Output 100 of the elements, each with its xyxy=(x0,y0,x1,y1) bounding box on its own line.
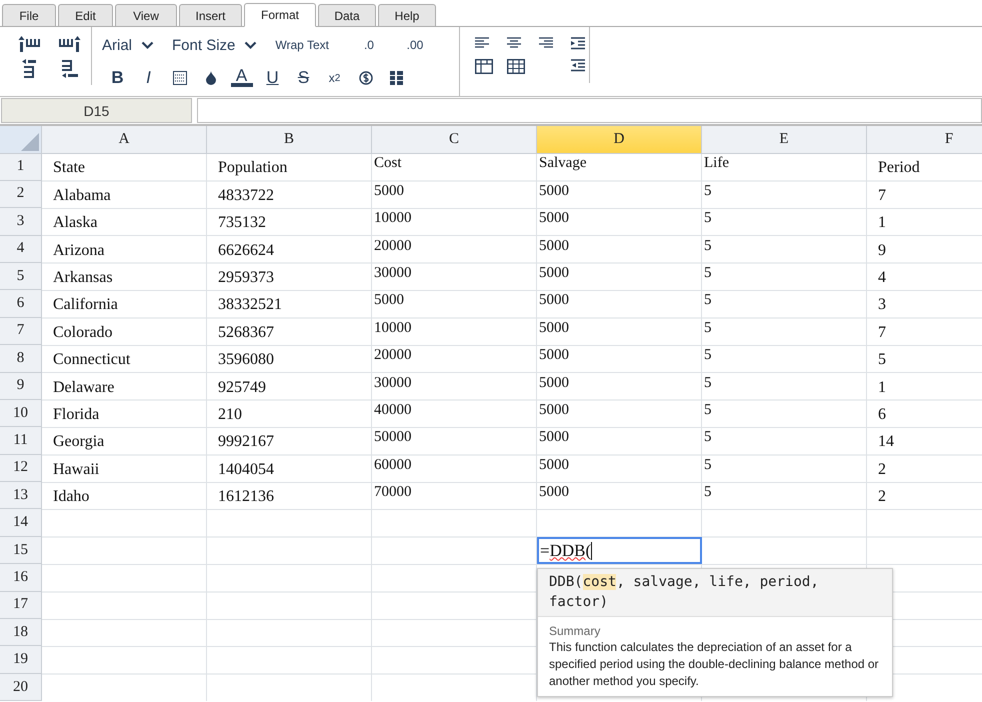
merge-cells-icon[interactable] xyxy=(390,71,403,85)
table-cell-text: 2959373 xyxy=(217,268,275,288)
column-header[interactable]: F xyxy=(867,126,982,154)
table-cell-text: 5000 xyxy=(538,428,570,448)
table-cell-text: Hawaii xyxy=(52,460,100,480)
bold-button[interactable]: B xyxy=(102,68,133,88)
indent-icon[interactable] xyxy=(571,37,586,50)
table-grid-icon[interactable] xyxy=(507,59,525,74)
table-cell-text: Arizona xyxy=(52,240,106,261)
corner-triangle-icon xyxy=(21,133,39,151)
menu-tab[interactable]: File xyxy=(2,4,56,26)
fill-color-icon[interactable] xyxy=(204,71,216,85)
menu-tab[interactable]: Format xyxy=(244,3,316,27)
font-dropdown[interactable]: Arial xyxy=(102,36,154,54)
table-cell-text: 5 xyxy=(703,346,712,366)
row-header[interactable]: 12 xyxy=(0,454,42,482)
table-cell-text: 5 xyxy=(703,182,712,201)
table-cell-text: 20000 xyxy=(373,236,412,256)
row-header[interactable]: 6 xyxy=(0,290,42,318)
wrap-text-button[interactable]: Wrap Text xyxy=(275,38,329,52)
table-cell-text: 2 xyxy=(877,487,887,508)
font-size-dropdown[interactable]: Font Size xyxy=(172,36,258,54)
row-header[interactable]: 5 xyxy=(0,262,42,290)
table-cell-text: 5 xyxy=(703,209,712,228)
column-header[interactable]: C xyxy=(372,126,537,154)
borders-icon[interactable] xyxy=(172,71,186,85)
insert-row-icon[interactable] xyxy=(20,59,38,79)
italic-button[interactable]: I xyxy=(133,68,164,88)
chevron-down-icon[interactable] xyxy=(141,40,154,50)
table-cell-text: 5000 xyxy=(538,182,570,201)
menu-tab[interactable]: Help xyxy=(378,4,436,26)
align-left-icon[interactable] xyxy=(475,37,490,50)
table-cell-text: 5000 xyxy=(373,182,405,201)
table-cell-text: 5000 xyxy=(538,318,570,338)
table-cell-text: 20000 xyxy=(373,346,412,366)
row-header[interactable]: 2 xyxy=(0,180,42,208)
row-header[interactable]: 1 xyxy=(0,153,42,181)
table-cell-text: 5000 xyxy=(538,483,570,502)
table-cell-text: 5 xyxy=(703,400,712,420)
row-header[interactable]: 15 xyxy=(0,536,42,564)
row-header[interactable]: 20 xyxy=(0,674,42,702)
column-header[interactable]: D xyxy=(537,126,702,154)
menu-tab[interactable]: Data xyxy=(318,4,376,26)
row-header[interactable]: 11 xyxy=(0,427,42,455)
decimal-button[interactable]: .00 xyxy=(394,38,435,52)
table-cell-text: 5000 xyxy=(538,400,570,420)
font-color-button[interactable]: A xyxy=(226,69,257,87)
row-header[interactable]: 8 xyxy=(0,345,42,373)
table-cell-text: 7 xyxy=(877,322,887,343)
table-cell-text: 5 xyxy=(703,318,712,338)
menu-tab[interactable]: View xyxy=(115,4,177,26)
table-cell-text: 5 xyxy=(703,456,712,475)
table-cell-text: 6 xyxy=(877,404,887,425)
chevron-down-icon[interactable] xyxy=(244,40,258,50)
align-center-icon[interactable] xyxy=(507,37,522,50)
summary-heading: Summary xyxy=(548,623,602,638)
underline-button[interactable]: U xyxy=(257,68,288,88)
name-box[interactable]: D15 xyxy=(1,98,192,123)
decimal-button[interactable]: .0 xyxy=(348,38,389,52)
table-cell-text: 5000 xyxy=(538,346,570,366)
table-cell-text: Delaware xyxy=(52,378,116,398)
row-header[interactable]: 3 xyxy=(0,208,42,236)
row-header[interactable]: 9 xyxy=(0,372,42,400)
menu-tab[interactable]: Edit xyxy=(58,4,113,26)
insert-row-icon[interactable] xyxy=(60,59,80,79)
table-cell-text: 70000 xyxy=(373,483,412,502)
strikethrough-button[interactable]: S xyxy=(288,68,319,88)
table-cell-text: 9992167 xyxy=(217,432,275,452)
table-cell-text: Alaska xyxy=(52,213,98,234)
align-right-icon[interactable] xyxy=(539,37,554,50)
table-cell-text: 5000 xyxy=(373,291,405,310)
table-cell-text: 5000 xyxy=(538,264,570,283)
row-header[interactable]: 16 xyxy=(0,564,42,592)
currency-icon[interactable] xyxy=(358,71,372,85)
table-cell-text: 5000 xyxy=(538,374,570,393)
row-header[interactable]: 17 xyxy=(0,592,42,620)
table-cell-text: Alabama xyxy=(52,186,112,206)
table-cell-text: 5 xyxy=(703,483,712,502)
table-cell-text: 925749 xyxy=(217,378,267,398)
row-header[interactable]: 7 xyxy=(0,318,42,346)
row-header[interactable]: 4 xyxy=(0,236,42,263)
row-header[interactable]: 19 xyxy=(0,646,42,674)
formula-input[interactable] xyxy=(197,98,982,123)
menu-tab[interactable]: Insert xyxy=(179,4,242,26)
row-header[interactable]: 13 xyxy=(0,482,42,510)
table-cell-text: 50000 xyxy=(373,428,412,448)
table-cell-text: Colorado xyxy=(52,322,114,343)
row-header[interactable]: 10 xyxy=(0,400,42,428)
row-header[interactable]: 14 xyxy=(0,509,42,537)
table-cell-text: 60000 xyxy=(373,456,412,475)
column-header[interactable]: E xyxy=(702,126,867,154)
table-cell-text: Idaho xyxy=(52,487,90,508)
row-header[interactable]: 18 xyxy=(0,619,42,646)
column-header[interactable]: A xyxy=(42,126,207,154)
insert-column-icon[interactable] xyxy=(59,35,82,53)
table-cell-text: 5000 xyxy=(538,291,570,310)
column-header[interactable]: B xyxy=(207,126,372,154)
function-signature: DDB(cost, salvage, life, period, factor) xyxy=(538,569,892,617)
cell-editor[interactable]: =DDB( xyxy=(537,536,702,564)
insert-column-icon[interactable] xyxy=(18,35,40,53)
